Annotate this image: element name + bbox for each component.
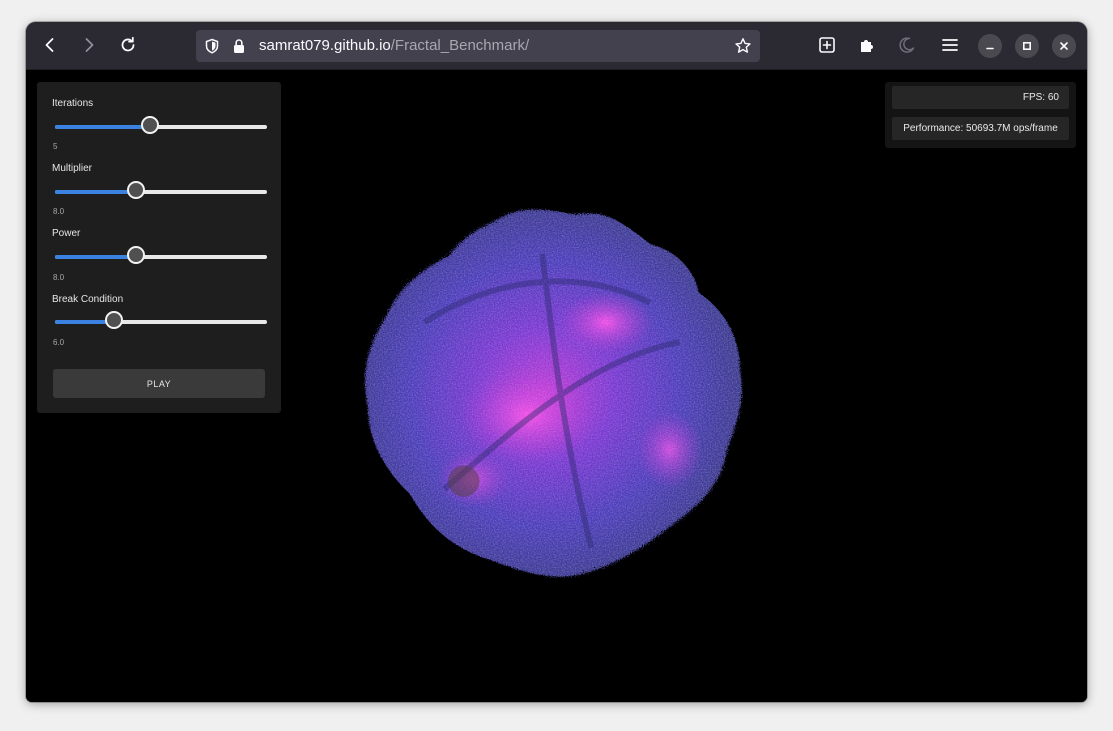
- close-icon: [1060, 42, 1068, 50]
- url-host: samrat079.github.io: [259, 37, 391, 54]
- break-condition-value: 6.0: [53, 338, 65, 347]
- play-button[interactable]: PLAY: [53, 369, 265, 398]
- maximize-icon: [1022, 41, 1032, 51]
- iterations-slider-fill: [55, 125, 150, 129]
- extensions-button[interactable]: [852, 30, 882, 60]
- star-icon[interactable]: [734, 37, 752, 55]
- reload-button[interactable]: [113, 30, 143, 60]
- fractal-render[interactable]: [356, 195, 748, 587]
- iterations-slider-thumb[interactable]: [141, 116, 159, 134]
- browser-window: samrat079.github.io/Fractal_Benchmark/ I…: [26, 22, 1087, 702]
- performance-readout: Performance: 50693.7M ops/frame: [892, 117, 1069, 140]
- lock-icon[interactable]: [232, 38, 246, 54]
- shield-icon[interactable]: [204, 38, 220, 54]
- multiplier-slider-thumb[interactable]: [127, 181, 145, 199]
- url-path: /Fractal_Benchmark/: [390, 37, 530, 54]
- close-button[interactable]: [1052, 34, 1076, 58]
- iterations-value: 5: [53, 142, 58, 151]
- iterations-label: Iterations: [52, 98, 94, 109]
- minimize-icon: [986, 47, 994, 50]
- minimize-button[interactable]: [978, 34, 1002, 58]
- fractal-bulb: [448, 465, 480, 497]
- power-label: Power: [52, 228, 81, 239]
- fractal-texture: [365, 209, 742, 577]
- break-condition-slider[interactable]: [55, 311, 267, 329]
- break-condition-slider-thumb[interactable]: [105, 311, 123, 329]
- multiplier-slider-fill: [55, 190, 136, 194]
- moon-icon: [899, 37, 915, 53]
- power-slider[interactable]: [55, 246, 267, 264]
- dark-mode-button[interactable]: [892, 30, 922, 60]
- browser-toolbar: samrat079.github.io/Fractal_Benchmark/: [26, 22, 1087, 70]
- page-content: Iterations 5 Multiplier 8.0 Power 8.0 Br…: [26, 70, 1087, 702]
- address-bar[interactable]: samrat079.github.io/Fractal_Benchmark/: [196, 30, 760, 62]
- break-condition-label: Break Condition: [52, 294, 124, 305]
- back-icon: [45, 38, 54, 52]
- back-button[interactable]: [35, 30, 65, 60]
- multiplier-slider[interactable]: [55, 181, 267, 199]
- extensions-icon: [861, 40, 873, 52]
- new-tab-button[interactable]: [812, 30, 842, 60]
- stats-panel: FPS: 60 Performance: 50693.7M ops/frame: [885, 82, 1076, 148]
- iterations-slider[interactable]: [55, 116, 267, 134]
- power-value: 8.0: [53, 273, 65, 282]
- multiplier-value: 8.0: [53, 207, 65, 216]
- fps-readout: FPS: 60: [892, 86, 1069, 109]
- menu-button[interactable]: [935, 30, 965, 60]
- reload-icon: [121, 36, 135, 52]
- forward-button[interactable]: [74, 30, 104, 60]
- multiplier-label: Multiplier: [52, 163, 93, 174]
- maximize-button[interactable]: [1015, 34, 1039, 58]
- menu-icon: [942, 39, 958, 51]
- controls-panel: Iterations 5 Multiplier 8.0 Power 8.0 Br…: [37, 82, 281, 413]
- new-tab-icon: [819, 37, 835, 53]
- forward-icon: [85, 38, 94, 52]
- power-slider-thumb[interactable]: [127, 246, 145, 264]
- url-text[interactable]: samrat079.github.io/Fractal_Benchmark/: [259, 38, 529, 54]
- power-slider-fill: [55, 255, 136, 259]
